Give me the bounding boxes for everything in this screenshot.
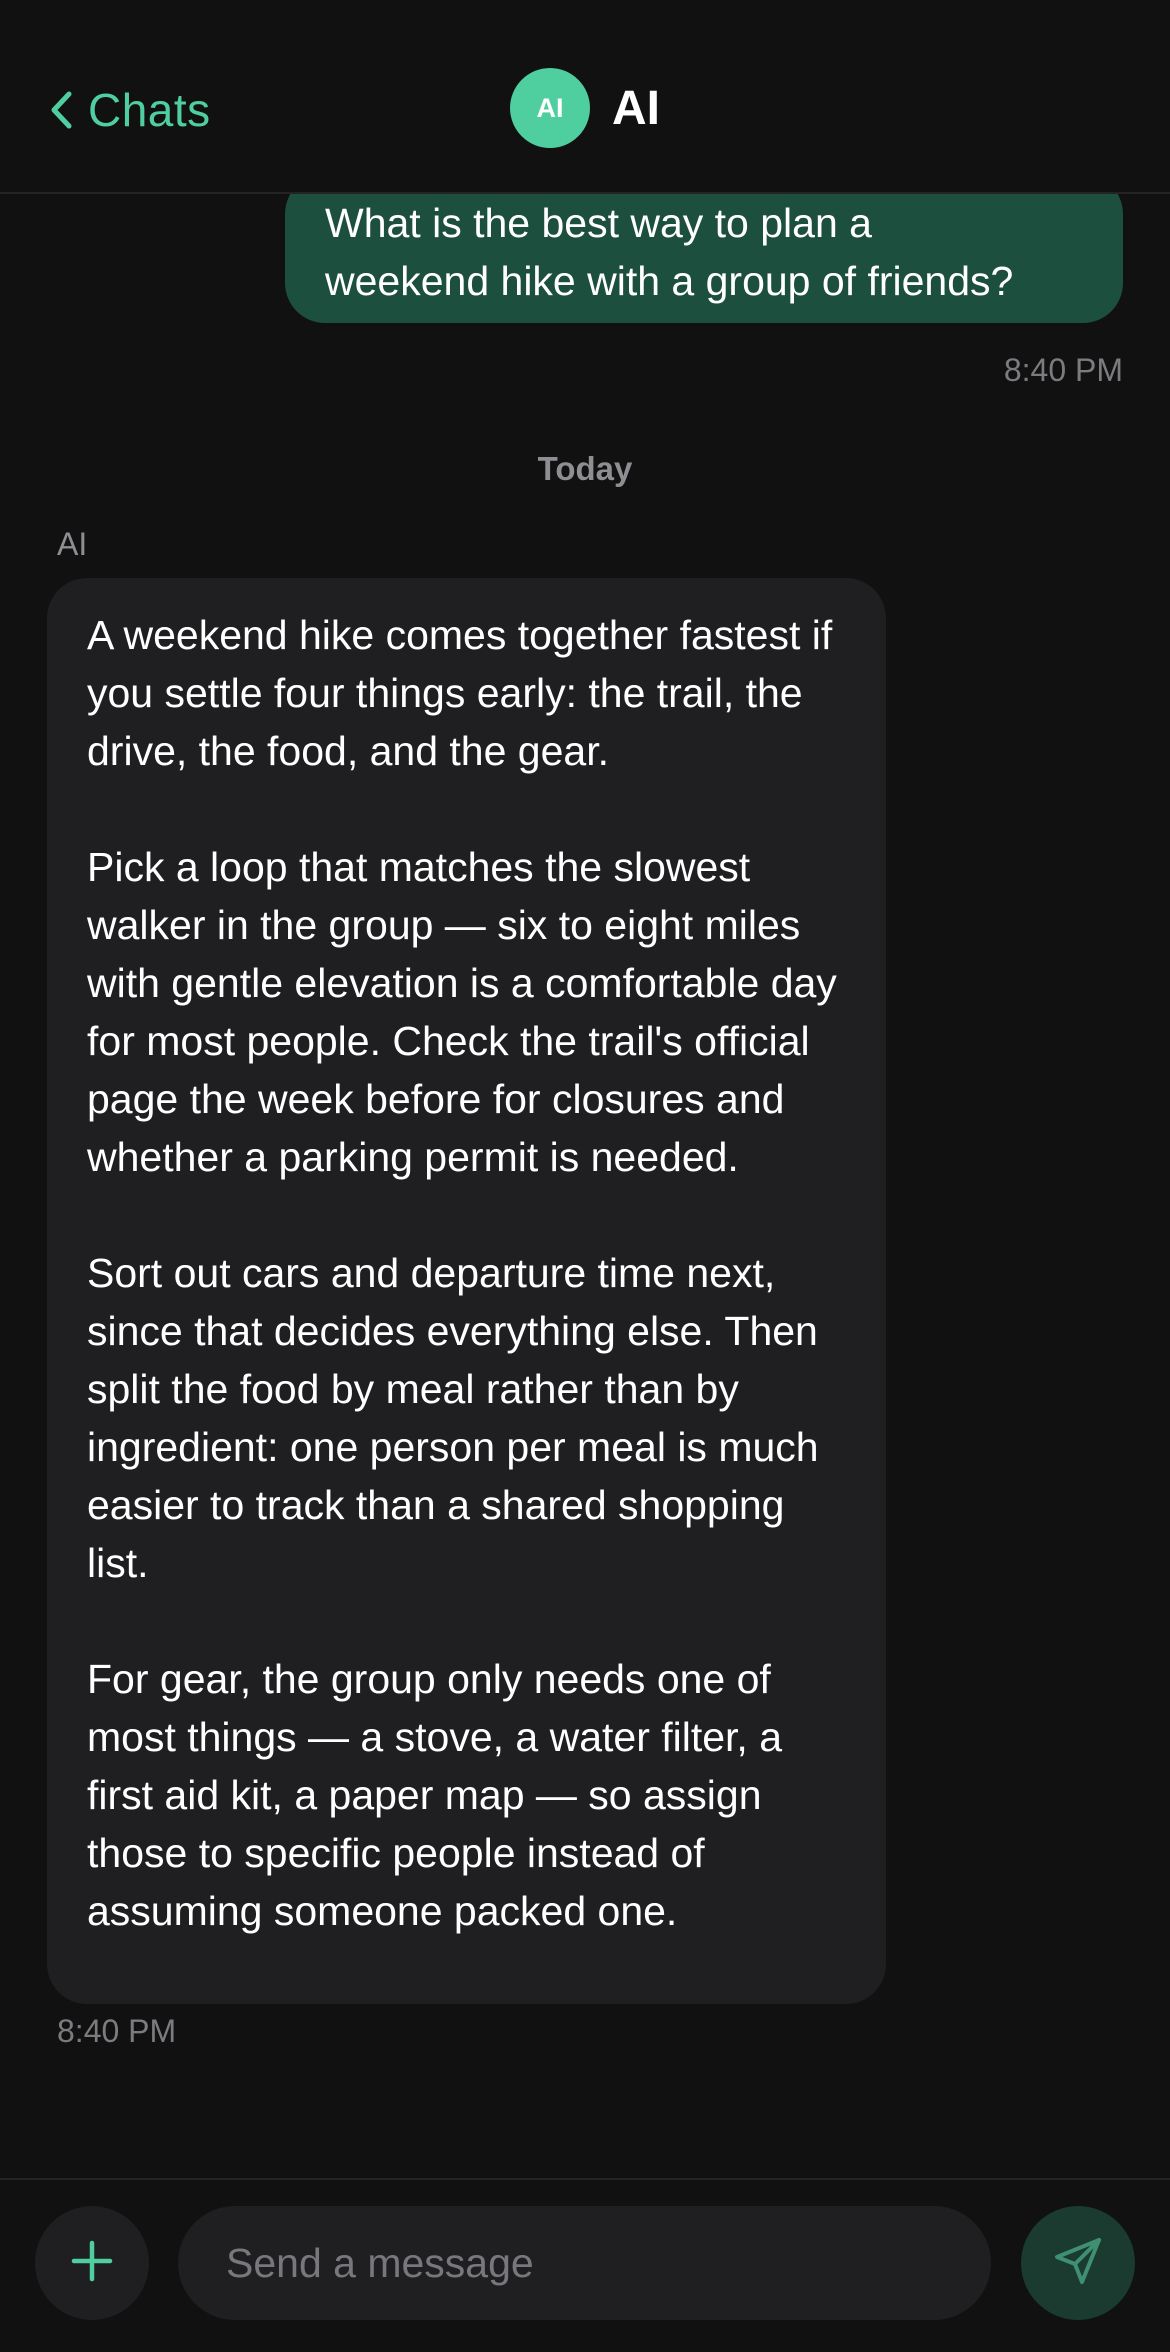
message-list[interactable]: What is the best way to plan a weekend h…	[0, 194, 1170, 2178]
chat-title: AI	[612, 81, 660, 135]
contact-info[interactable]: AI AI	[510, 68, 660, 148]
chat-header: Chats AI AI	[0, 0, 1170, 194]
ai-message-paragraph: For gear, the group only needs one of mo…	[87, 1656, 783, 1934]
send-icon	[1052, 2235, 1104, 2292]
user-message-line: weekend hike with a group of friends?	[325, 258, 1014, 304]
user-message-line: What is the best way to plan a	[325, 200, 872, 246]
user-message-bubble: What is the best way to plan a weekend h…	[285, 194, 1123, 323]
add-attachment-button[interactable]	[35, 2206, 149, 2320]
ai-message-bubble: A weekend hike comes together fastest if…	[47, 578, 886, 2004]
ai-message-paragraph: A weekend hike comes together fastest if…	[87, 612, 833, 774]
ai-message-time: 8:40 PM	[57, 2013, 177, 2049]
message-input-container[interactable]	[178, 2206, 991, 2320]
chevron-left-icon	[48, 88, 74, 132]
back-to-chats-button[interactable]: Chats	[48, 70, 211, 150]
composer-bar	[0, 2178, 1170, 2352]
sender-name: AI	[57, 526, 88, 562]
ai-message-paragraph: Pick a loop that matches the slowest wal…	[87, 844, 837, 1180]
back-label: Chats	[88, 84, 211, 136]
send-button[interactable]	[1021, 2206, 1135, 2320]
plus-icon	[70, 2239, 114, 2288]
user-message-time: 8:40 PM	[1003, 352, 1123, 388]
avatar: AI	[510, 68, 590, 148]
date-separator: Today	[537, 450, 633, 487]
message-input[interactable]	[224, 2238, 945, 2288]
ai-message-paragraph: Sort out cars and departure time next, s…	[87, 1250, 819, 1586]
